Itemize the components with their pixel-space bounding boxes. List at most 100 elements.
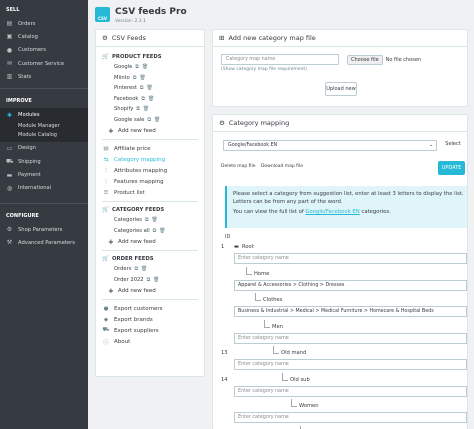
nav-link-export-customers[interactable]: ● Export customers bbox=[102, 303, 198, 314]
sidebar-item-design[interactable]: ▭ Design bbox=[0, 142, 88, 155]
nav-link-product-list[interactable]: ☰ Product list bbox=[102, 187, 198, 198]
sidebar-section-configure: CONFIGURE bbox=[6, 212, 39, 219]
sidebar-item-catalog[interactable]: ▣ Catalog bbox=[0, 30, 88, 43]
sidebar-item-orders[interactable]: ▤ Orders bbox=[0, 17, 88, 30]
full-list-link[interactable]: Google/Facebook EN bbox=[305, 209, 359, 215]
add-product-feed-button[interactable]: + Add new feed bbox=[102, 125, 198, 136]
category-map-name-input[interactable]: Category map name bbox=[221, 54, 339, 65]
choose-file-button[interactable]: Choose file bbox=[347, 55, 383, 65]
trash-icon[interactable]: 🗑 bbox=[142, 64, 148, 70]
feed-item[interactable]: Categories ⧉ 🗑 bbox=[102, 215, 198, 226]
truck-icon: ⛟ bbox=[6, 158, 14, 166]
sidebar-item-payment[interactable]: ▬ Payment bbox=[0, 168, 88, 181]
globe-icon: ◍ bbox=[6, 184, 13, 192]
copy-icon[interactable]: ⧉ bbox=[140, 85, 144, 91]
add-feed-label: Add new feed bbox=[118, 238, 156, 245]
feed-name[interactable]: Facebook bbox=[114, 96, 138, 102]
sidebar-item-modules[interactable]: ✱ Modules bbox=[0, 108, 88, 122]
copy-icon[interactable]: ⧉ bbox=[153, 228, 157, 234]
sidebar-item-international[interactable]: ◍ International bbox=[0, 182, 88, 195]
upload-new-button[interactable]: Upload new bbox=[325, 82, 357, 96]
feed-name[interactable]: Google bbox=[114, 64, 132, 70]
copy-icon[interactable]: ⧉ bbox=[136, 106, 140, 112]
feed-item[interactable]: Google sale ⧉ 🗑 bbox=[102, 115, 198, 126]
feed-name[interactable]: Shopify bbox=[114, 106, 133, 112]
category-map-input[interactable]: Enter category name bbox=[234, 385, 467, 397]
feed-item[interactable]: Miinto ⧉ 🗑 bbox=[102, 73, 198, 84]
category-mapping-header: ⚙ Category mapping bbox=[213, 115, 467, 132]
delete-map-link[interactable]: Delete map file bbox=[221, 164, 256, 169]
category-name: Old mand bbox=[281, 350, 307, 356]
feeds-nav-header: ⚙ CSV Feeds bbox=[96, 30, 204, 47]
sidebar-item-shop-parameters[interactable]: ⚙ Shop Parameters bbox=[0, 223, 88, 236]
nav-link-affiliate-price[interactable]: ▤ Affiliate price bbox=[102, 143, 198, 154]
nav-link-export-suppliers[interactable]: ⛟ Export suppliers bbox=[102, 325, 198, 336]
copy-icon[interactable]: ⧉ bbox=[147, 277, 151, 283]
trash-icon[interactable]: 🗑 bbox=[153, 277, 159, 283]
update-button[interactable]: UPDATE bbox=[438, 161, 465, 175]
add-order-feed-button[interactable]: + Add new feed bbox=[102, 285, 198, 296]
sidebar-item-label: Shop Parameters bbox=[18, 226, 63, 233]
module-logo-text: CSV bbox=[98, 16, 107, 21]
trash-icon[interactable]: 🗑 bbox=[143, 106, 149, 112]
nav-link-export-brands[interactable]: ◆ Export brands bbox=[102, 314, 198, 325]
feed-item[interactable]: Categories all ⧉ 🗑 bbox=[102, 226, 198, 237]
tree-line bbox=[273, 353, 279, 354]
feed-name[interactable]: Order 2022 bbox=[114, 277, 144, 283]
nav-link-features-mapping[interactable]: ⋮ Features mapping bbox=[102, 176, 198, 187]
feed-name[interactable]: Categories bbox=[114, 217, 142, 223]
category-map-input[interactable]: Apparel & Accessories > Clothing > Dress… bbox=[234, 279, 467, 291]
trash-icon[interactable]: 🗑 bbox=[139, 75, 145, 81]
sidebar-subitem-module-manager[interactable]: Module Manager bbox=[0, 121, 88, 131]
download-map-link[interactable]: Download map file bbox=[261, 164, 303, 169]
map-file-select[interactable]: Google/Facebook EN ⌄ bbox=[223, 140, 437, 151]
copy-icon[interactable]: ⧉ bbox=[147, 117, 151, 123]
file-requirement-hint[interactable]: (Show category map file requirement) bbox=[221, 67, 307, 72]
sidebar-item-customers[interactable]: ● Customers bbox=[0, 44, 88, 57]
feed-name[interactable]: Miinto bbox=[114, 75, 130, 81]
sidebar-item-advanced-parameters[interactable]: ⚒ Advanced Parameters bbox=[0, 236, 88, 249]
feed-item[interactable]: Pinterest ⧉ 🗑 bbox=[102, 83, 198, 94]
sidebar-item-shipping[interactable]: ⛟ Shipping bbox=[0, 155, 88, 168]
tree-line bbox=[246, 273, 252, 275]
feed-item[interactable]: Shopify ⧉ 🗑 bbox=[102, 104, 198, 115]
copy-icon[interactable]: ⧉ bbox=[141, 96, 145, 102]
select-map-button[interactable]: Select bbox=[442, 139, 464, 151]
feed-name[interactable]: Pinterest bbox=[114, 85, 137, 91]
sidebar-item-stats[interactable]: ▥ Stats bbox=[0, 70, 88, 83]
copy-icon[interactable]: ⧉ bbox=[134, 266, 138, 272]
file-picker[interactable]: Choose file No file chosen bbox=[347, 55, 421, 65]
category-map-input[interactable]: Enter category name bbox=[234, 359, 467, 370]
feed-item[interactable]: Orders ⧉ 🗑 bbox=[102, 264, 198, 275]
category-name: Women bbox=[299, 403, 319, 409]
feed-item[interactable]: Facebook ⧉ 🗑 bbox=[102, 94, 198, 105]
feed-name[interactable]: Google sale bbox=[114, 117, 144, 123]
trash-icon[interactable]: 🗑 bbox=[154, 117, 160, 123]
features-icon: ⋮ bbox=[103, 178, 109, 185]
add-category-feed-button[interactable]: + Add new feed bbox=[102, 236, 198, 247]
trash-icon[interactable]: 🗑 bbox=[141, 266, 147, 272]
customers-icon: ● bbox=[6, 46, 13, 54]
trash-icon[interactable]: 🗑 bbox=[148, 96, 154, 102]
copy-icon[interactable]: ⧉ bbox=[133, 75, 137, 81]
feed-name[interactable]: Orders bbox=[114, 266, 131, 272]
nav-link-category-mapping[interactable]: ⇆ Category mapping bbox=[102, 154, 198, 165]
trash-icon[interactable]: 🗑 bbox=[147, 85, 153, 91]
category-map-input[interactable]: Business & Industrial > Medical > Medica… bbox=[234, 306, 467, 317]
feed-item[interactable]: Google ⧉ 🗑 bbox=[102, 62, 198, 73]
trash-icon[interactable]: 🗑 bbox=[159, 228, 165, 234]
sidebar-item-customer-service[interactable]: ✉ Customer Service bbox=[0, 57, 88, 70]
feed-item[interactable]: Order 2022 ⧉ 🗑 bbox=[102, 275, 198, 286]
nav-link-attributes-mapping[interactable]: ⋮ Attributes mapping bbox=[102, 165, 198, 176]
feed-name[interactable]: Categories all bbox=[114, 228, 150, 234]
category-id: 13 bbox=[221, 350, 228, 356]
sidebar-subitem-module-catalog[interactable]: Module Catalog bbox=[0, 130, 88, 142]
category-map-input[interactable]: Enter category name bbox=[234, 253, 467, 264]
copy-icon[interactable]: ⧉ bbox=[135, 64, 139, 70]
nav-link-about[interactable]: ⓘ About bbox=[102, 336, 198, 347]
gear-icon: ⚙ bbox=[102, 34, 108, 42]
category-map-input[interactable]: Enter category name bbox=[234, 332, 467, 344]
copy-icon[interactable]: ⧉ bbox=[145, 217, 149, 223]
trash-icon[interactable]: 🗑 bbox=[152, 217, 158, 223]
category-map-input[interactable]: Enter category name bbox=[234, 412, 467, 423]
